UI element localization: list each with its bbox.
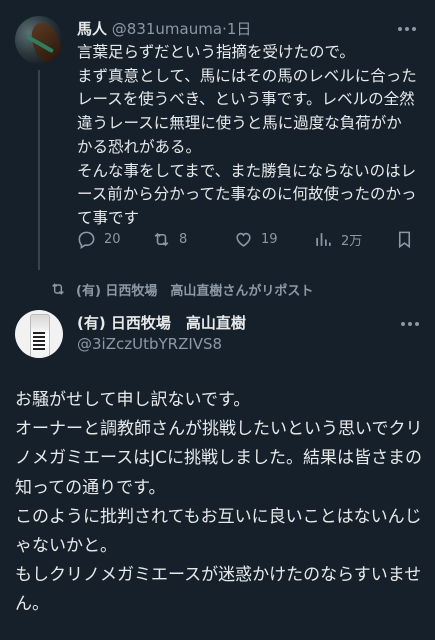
repost-icon	[154, 232, 169, 246]
display-name[interactable]: (有) 日西牧場 高山直樹	[77, 313, 246, 333]
user-handle[interactable]: @3iZczUtbYRZIVS8	[77, 334, 222, 354]
user-handle[interactable]: @831umauma	[112, 20, 222, 38]
views-count: 2万	[341, 233, 363, 249]
tweet-text: お騒がせして申し訳ないです。 オーナーと調教師さんが挑戦したいという思いでクリノ…	[15, 390, 423, 615]
repost-icon	[52, 283, 64, 295]
thread-connector-line	[38, 70, 40, 270]
timestamp[interactable]: 1日	[227, 20, 252, 38]
avatar[interactable]	[15, 16, 63, 64]
reply-count: 20	[104, 231, 121, 247]
more-icon[interactable]	[401, 322, 421, 328]
tweet-text: 言葉足らずだという指摘を受けたので。 まず真意として、馬にはその馬のレベルに合っ…	[77, 43, 417, 227]
like-count: 19	[261, 231, 278, 247]
like-button[interactable]: 19	[234, 228, 278, 250]
repost-count: 8	[179, 231, 188, 247]
more-icon[interactable]	[398, 27, 418, 33]
bookmark-button[interactable]	[395, 228, 422, 250]
repost-notice[interactable]: (有) 日西牧場 高山直樹さんがリポスト	[50, 280, 314, 299]
like-icon	[236, 232, 251, 247]
tweet-original[interactable]: 馬人 @831umauma·1日 言葉足らずだという指摘を受けたので。 まず真意…	[0, 0, 435, 272]
views-button[interactable]: 2万	[314, 228, 362, 250]
bottle-label-decoration	[33, 332, 45, 350]
reply-button[interactable]: 20	[77, 228, 121, 250]
views-icon	[316, 232, 331, 246]
tweet-header: 馬人 @831umauma·1日	[77, 19, 251, 39]
repost-button[interactable]: 8	[152, 228, 187, 250]
action-bar: 20 8 19 2万	[77, 228, 417, 250]
display-name[interactable]: 馬人	[77, 20, 107, 38]
avatar[interactable]	[15, 310, 63, 358]
bookmark-icon	[398, 231, 411, 248]
repost-notice-text: (有) 日西牧場 高山直樹さんがリポスト	[76, 283, 314, 299]
reply-icon	[78, 231, 95, 249]
